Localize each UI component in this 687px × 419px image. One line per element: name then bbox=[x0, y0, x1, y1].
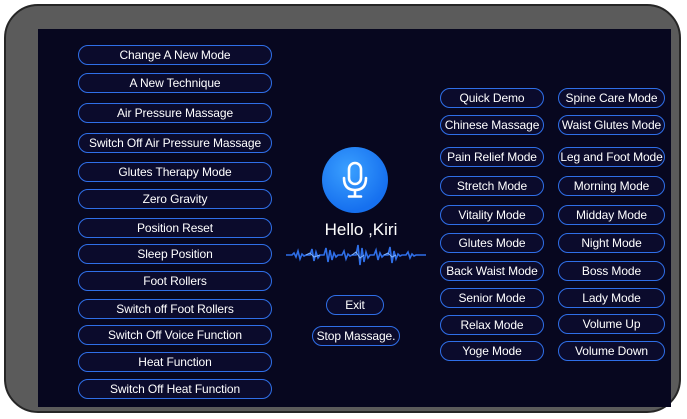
cmd-night-mode[interactable]: Night Mode bbox=[558, 233, 665, 253]
cmd-new-technique[interactable]: A New Technique bbox=[78, 73, 272, 93]
cmd-glutes-therapy-mode[interactable]: Glutes Therapy Mode bbox=[78, 162, 272, 182]
cmd-glutes-mode[interactable]: Glutes Mode bbox=[440, 233, 544, 253]
device-bezel: Change A New Mode A New Technique Air Pr… bbox=[4, 4, 681, 413]
microphone-icon bbox=[342, 161, 368, 198]
cmd-volume-up[interactable]: Volume Up bbox=[558, 314, 665, 334]
cmd-vitality-mode[interactable]: Vitality Mode bbox=[440, 205, 544, 225]
cmd-leg-and-foot-mode[interactable]: Leg and Foot Mode bbox=[558, 147, 665, 167]
cmd-change-new-mode[interactable]: Change A New Mode bbox=[78, 45, 272, 65]
stop-massage-button[interactable]: Stop Massage. bbox=[312, 326, 400, 346]
cmd-waist-glutes-mode[interactable]: Waist Glutes Mode bbox=[558, 115, 665, 135]
cmd-pain-relief-mode[interactable]: Pain Relief Mode bbox=[440, 147, 544, 167]
cmd-relax-mode[interactable]: Relax Mode bbox=[440, 315, 544, 335]
cmd-switch-off-foot-rollers[interactable]: Switch off Foot Rollers bbox=[78, 299, 272, 319]
cmd-air-pressure-massage[interactable]: Air Pressure Massage bbox=[78, 103, 272, 123]
cmd-morning-mode[interactable]: Morning Mode bbox=[558, 176, 665, 196]
cmd-back-waist-mode[interactable]: Back Waist Mode bbox=[440, 261, 544, 281]
cmd-spine-care-mode[interactable]: Spine Care Mode bbox=[558, 88, 665, 108]
cmd-zero-gravity[interactable]: Zero Gravity bbox=[78, 189, 272, 209]
cmd-lady-mode[interactable]: Lady Mode bbox=[558, 288, 665, 308]
cmd-quick-demo[interactable]: Quick Demo bbox=[440, 88, 544, 108]
exit-button[interactable]: Exit bbox=[326, 295, 384, 315]
microphone-button[interactable] bbox=[322, 147, 388, 213]
cmd-stretch-mode[interactable]: Stretch Mode bbox=[440, 176, 544, 196]
cmd-senior-mode[interactable]: Senior Mode bbox=[440, 288, 544, 308]
cmd-yoge-mode[interactable]: Yoge Mode bbox=[440, 341, 544, 361]
cmd-switch-off-heat[interactable]: Switch Off Heat Function bbox=[78, 379, 272, 399]
greeting-text: Hello ,Kiri bbox=[324, 220, 398, 239]
cmd-switch-off-voice[interactable]: Switch Off Voice Function bbox=[78, 325, 272, 345]
cmd-chinese-massage[interactable]: Chinese Massage bbox=[440, 115, 544, 135]
cmd-position-reset[interactable]: Position Reset bbox=[78, 218, 272, 238]
voice-waveform-icon bbox=[286, 244, 426, 266]
cmd-midday-mode[interactable]: Midday Mode bbox=[558, 205, 665, 225]
voice-control-screen: Change A New Mode A New Technique Air Pr… bbox=[38, 29, 671, 407]
cmd-heat-function[interactable]: Heat Function bbox=[78, 352, 272, 372]
cmd-foot-rollers[interactable]: Foot Rollers bbox=[78, 271, 272, 291]
cmd-switch-off-air-pressure[interactable]: Switch Off Air Pressure Massage bbox=[78, 133, 272, 153]
cmd-sleep-position[interactable]: Sleep Position bbox=[78, 244, 272, 264]
cmd-boss-mode[interactable]: Boss Mode bbox=[558, 261, 665, 281]
cmd-volume-down[interactable]: Volume Down bbox=[558, 341, 665, 361]
